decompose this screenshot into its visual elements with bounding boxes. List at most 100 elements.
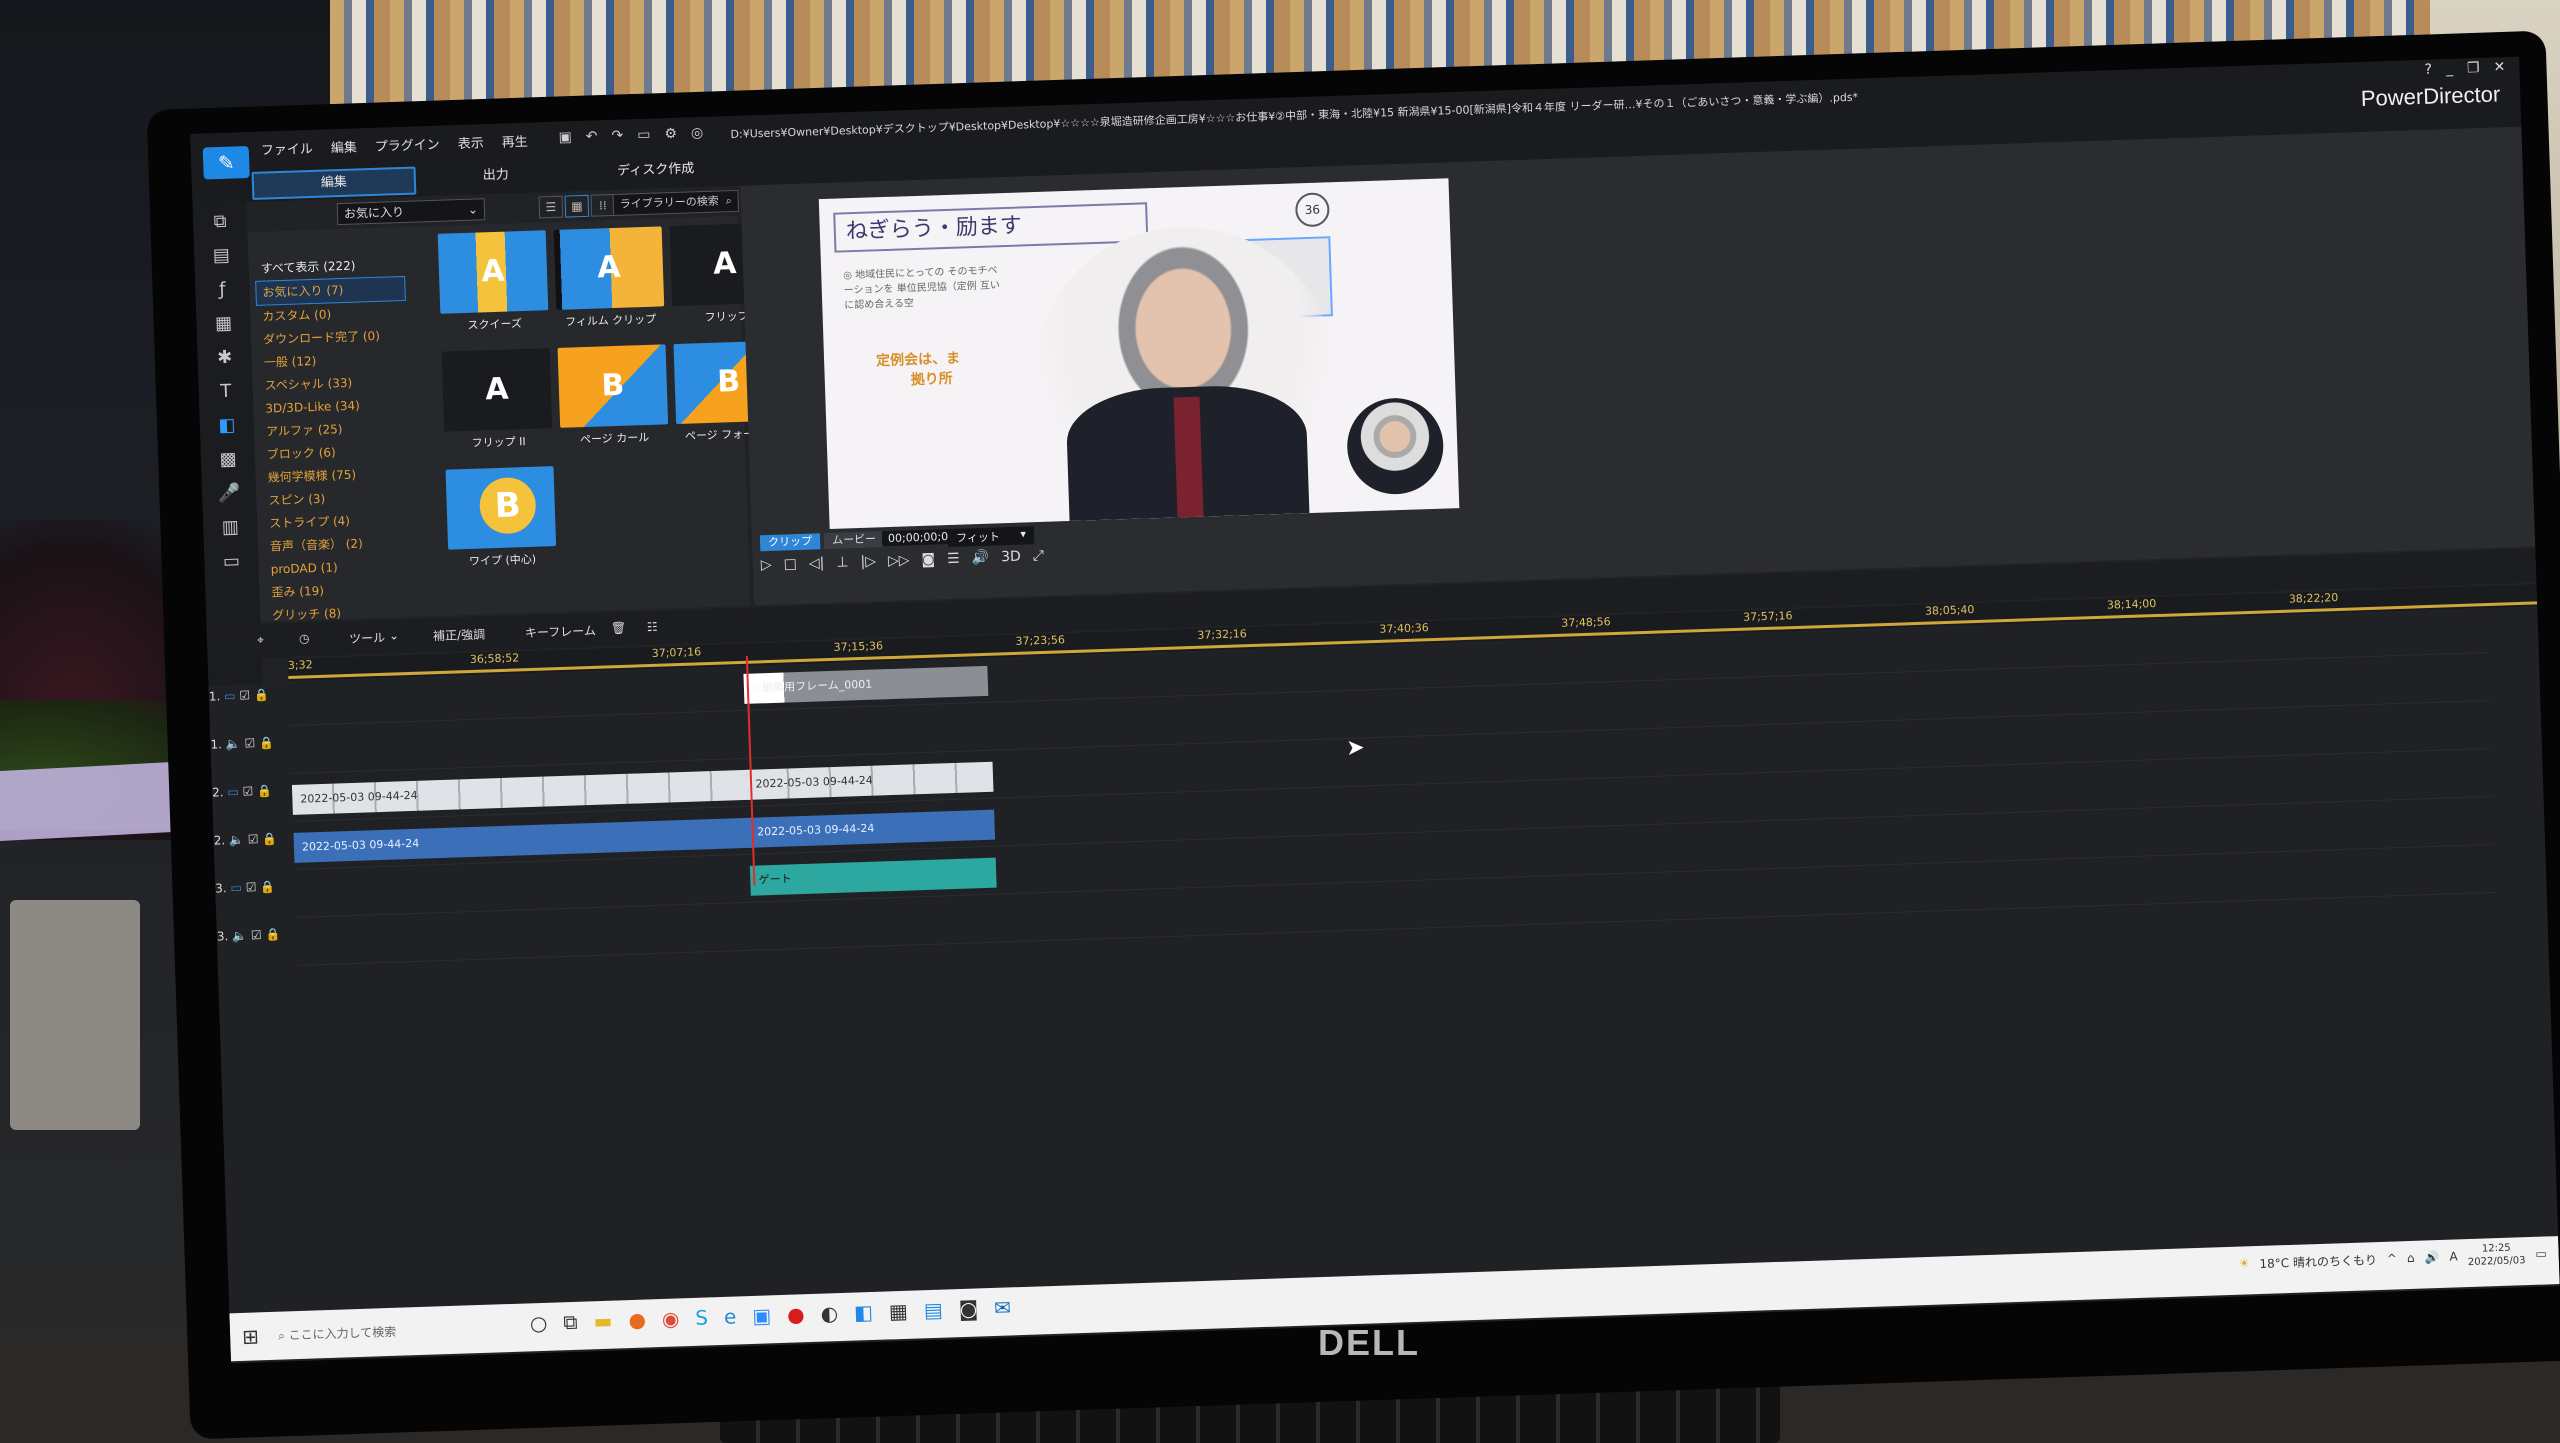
track-enable-checkbox[interactable]: ☑ — [247, 928, 262, 942]
obs-icon[interactable]: ◐ — [820, 1301, 838, 1326]
menu-item[interactable]: 再生 — [501, 131, 528, 151]
window-control-icon[interactable]: ✕ — [2493, 59, 2505, 75]
track-manager-icon[interactable]: ☷ — [647, 620, 658, 634]
zoom-fit-dropdown[interactable]: フィット ▾ — [947, 526, 1035, 548]
playback-control-icon[interactable]: □ — [783, 556, 797, 572]
keyframe-button[interactable]: キーフレーム — [525, 622, 596, 641]
windows-start-icon[interactable]: ⊞ — [242, 1324, 260, 1349]
powerdirector-taskbar-icon[interactable]: ◧ — [854, 1300, 874, 1325]
edge-icon[interactable]: e — [724, 1305, 737, 1329]
snap-icon[interactable]: ⌖ — [257, 633, 264, 648]
notification-icon[interactable]: ▭ — [2535, 1246, 2547, 1260]
playback-control-icon[interactable]: ◁| — [809, 555, 825, 572]
chevron-down-icon[interactable]: ⌄ — [389, 628, 400, 642]
grid-view-icon[interactable]: ▦ — [564, 194, 590, 218]
undo-icon[interactable]: ↶ — [586, 128, 598, 144]
playback-control-icon[interactable]: ▷▷ — [888, 552, 910, 569]
transition-room-icon[interactable]: ◧ — [212, 414, 243, 439]
transition-tile[interactable]: A フリップ II — [441, 348, 553, 452]
library-search-input[interactable]: ライブラリーの検索 ⌕ — [612, 189, 740, 216]
transition-tile[interactable]: A スクイーズ — [437, 230, 549, 334]
powerdirector-app-icon[interactable]: ✎ — [202, 146, 250, 180]
timeline-clip[interactable]: 2022-05-03 09-44-24 — [291, 769, 752, 815]
playback-control-icon[interactable]: |▷ — [860, 553, 876, 570]
audio-mixing-icon[interactable]: ▩ — [213, 448, 244, 473]
fix-enhance-button[interactable]: 補正/強調 — [433, 625, 486, 644]
track-enable-checkbox[interactable]: ☑ — [240, 736, 255, 750]
network-icon[interactable]: ⌂ — [2407, 1251, 2415, 1265]
track-lock-icon[interactable]: 🔒 — [255, 736, 274, 751]
history-icon[interactable]: ◷ — [299, 631, 310, 645]
timeline-clip[interactable]: 2022-05-03 09-44-24 — [748, 809, 996, 848]
template-room-icon[interactable]: ▤ — [206, 245, 237, 270]
outlook-icon[interactable]: ✉ — [994, 1295, 1012, 1320]
playback-control-icon[interactable]: ▷ — [761, 557, 772, 573]
mode-tab[interactable]: ディスク作成 — [575, 156, 736, 185]
chrome-icon[interactable]: ◉ — [661, 1306, 679, 1331]
cortana-icon[interactable]: ○ — [529, 1311, 547, 1336]
timeline-clip[interactable]: 2022-05-03 09-44-24 — [747, 761, 994, 800]
title-room-icon[interactable]: T — [210, 380, 241, 405]
track-lock-icon[interactable]: 🔒 — [258, 831, 277, 846]
pip-room-icon[interactable]: ▦ — [208, 312, 239, 337]
transition-tile[interactable]: A フィルム クリップ — [553, 226, 665, 330]
mode-tab[interactable]: 編集 — [251, 166, 417, 200]
transition-tile[interactable]: B ページ カール — [557, 344, 669, 448]
track-enable-checkbox[interactable]: ☑ — [242, 880, 256, 894]
clock[interactable]: 12:25 2022/05/03 — [2467, 1241, 2526, 1269]
menu-item[interactable]: プラグイン — [374, 134, 440, 155]
menu-item[interactable]: 編集 — [330, 136, 357, 156]
file-explorer-icon[interactable]: ▬ — [593, 1309, 613, 1334]
ime-indicator[interactable]: A — [2449, 1249, 2458, 1263]
volume-icon[interactable]: 🔊 — [2424, 1250, 2439, 1264]
timeline-clip[interactable]: ゲート — [750, 857, 997, 896]
preview-tab[interactable]: クリップ — [759, 533, 821, 552]
photodirector-icon[interactable]: ▦ — [889, 1299, 909, 1324]
playback-control-icon[interactable]: 3D — [1001, 549, 1021, 566]
track-enable-checkbox[interactable]: ☑ — [238, 784, 253, 798]
save-icon[interactable]: ▣ — [558, 129, 572, 145]
mode-tab[interactable]: 出力 — [415, 161, 576, 190]
menu-item[interactable]: 表示 — [457, 132, 484, 152]
settings-gear-icon[interactable]: ⚙ — [664, 126, 677, 142]
window-control-icon[interactable]: ? — [2424, 62, 2432, 78]
delete-trash-icon[interactable]: 🗑 — [611, 621, 627, 635]
timeline-clip[interactable]: ☆編集用フレーム_0001 — [743, 665, 989, 704]
track-lock-icon[interactable]: 🔒 — [253, 784, 272, 799]
media-room-icon[interactable]: ⧉ — [205, 211, 236, 236]
playback-control-icon[interactable]: ⊥ — [836, 554, 849, 570]
subtitle-room-icon[interactable]: ▭ — [216, 550, 247, 575]
taskbar-search-input[interactable]: ⌕ ここに入力して検索 — [278, 1314, 519, 1350]
library-filter-dropdown[interactable]: お気に入り ⌄ — [336, 198, 486, 226]
tools-menu[interactable]: ツール — [349, 629, 386, 647]
playback-control-icon[interactable]: ⤢ — [1032, 548, 1044, 564]
track-enable-checkbox[interactable]: ☑ — [244, 832, 258, 846]
window-control-icon[interactable]: _ — [2446, 61, 2454, 77]
task-view-icon[interactable]: ⧉ — [563, 1310, 578, 1334]
preview-tab[interactable]: ムービー — [823, 531, 885, 550]
screen-capture-icon[interactable]: ▤ — [923, 1298, 943, 1323]
skype-icon[interactable]: S — [695, 1305, 708, 1329]
particle-room-icon[interactable]: ✱ — [209, 346, 240, 371]
playback-control-icon[interactable]: 🔊 — [971, 550, 989, 567]
camera-icon[interactable]: ◙ — [958, 1296, 978, 1321]
playback-control-icon[interactable]: ◙ — [921, 552, 935, 568]
small-grid-view-icon[interactable]: ⁞⁞ — [590, 193, 616, 217]
zoom-icon[interactable]: ▣ — [752, 1303, 772, 1328]
timeline-clip[interactable]: 2022-05-03 09-44-24 — [293, 817, 754, 863]
voiceover-mic-icon[interactable]: 🎤 — [214, 482, 245, 507]
menu-item[interactable]: ファイル — [260, 138, 313, 159]
cloud-icon[interactable]: ◎ — [691, 125, 704, 141]
redo-icon[interactable]: ↷ — [611, 128, 623, 144]
list-view-icon[interactable]: ☰ — [538, 195, 564, 219]
record-icon[interactable]: ● — [787, 1302, 805, 1327]
firefox-icon[interactable]: ● — [628, 1308, 646, 1333]
track-lock-icon[interactable]: 🔒 — [261, 927, 280, 942]
track-lock-icon[interactable]: 🔒 — [256, 880, 275, 895]
track-enable-checkbox[interactable]: ☑ — [235, 688, 250, 702]
transition-tile[interactable]: ワイプ (中心) — [445, 466, 557, 570]
tray-chevron-icon[interactable]: ^ — [2387, 1251, 2398, 1265]
playback-control-icon[interactable]: ☰ — [947, 551, 960, 567]
effect-room-icon[interactable]: ƒ — [207, 278, 238, 303]
aspect-icon[interactable]: ▭ — [637, 127, 651, 143]
